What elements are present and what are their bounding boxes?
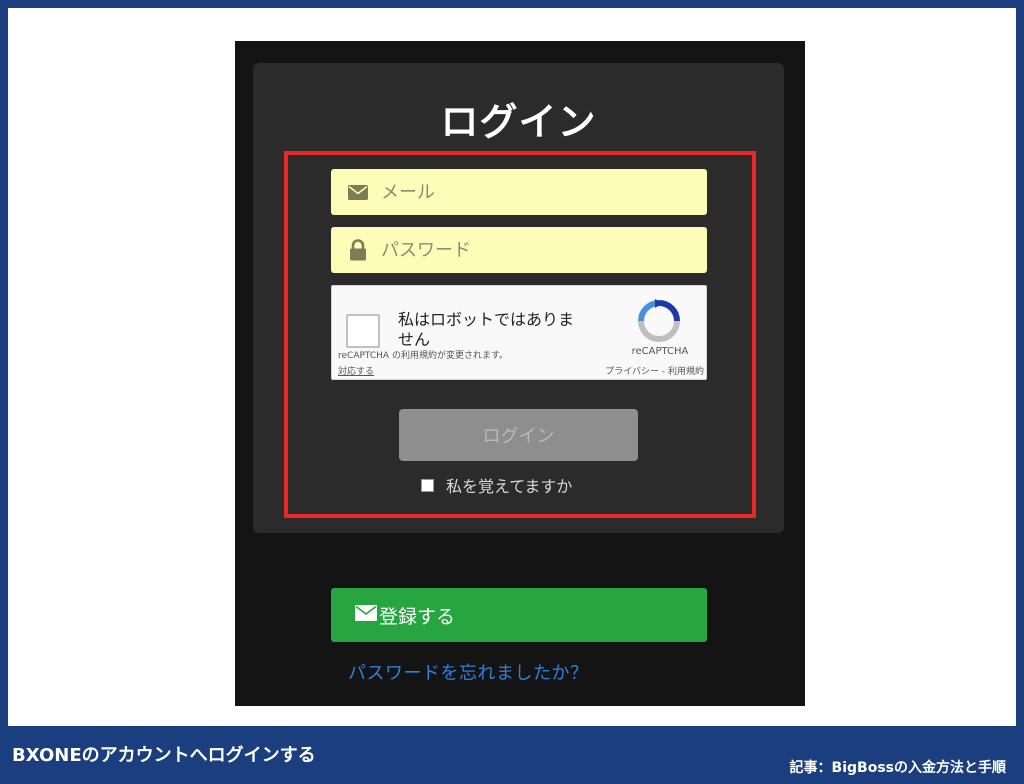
recaptcha-brand: reCAPTCHA	[631, 346, 689, 357]
remember-checkbox[interactable]	[421, 478, 434, 492]
register-button[interactable]: 登録する	[331, 588, 707, 642]
lock-icon	[347, 239, 369, 261]
remember-label: 私を覚えてますか	[446, 477, 573, 496]
recaptcha-links[interactable]: プライバシー - 利用規約	[582, 364, 704, 377]
email-input[interactable]	[381, 181, 681, 203]
page-title: ログイン	[440, 100, 597, 144]
recaptcha-notice: reCAPTCHA の利用規約が変更されます。	[338, 348, 509, 361]
register-label: 登録する	[379, 605, 456, 628]
caption-source: 記事：BigBossの入金方法と手順	[789, 760, 1006, 776]
recaptcha-checkbox[interactable]	[346, 314, 380, 348]
envelope-icon	[347, 181, 369, 203]
envelope-icon	[355, 604, 377, 621]
recaptcha-notice-link[interactable]: 対応する	[338, 364, 374, 377]
screenshot-frame: ログイン メール 私はロボットではありません reCAPTCHA プライバシー …	[8, 8, 1016, 726]
password-field[interactable]	[331, 227, 707, 273]
caption-title: BXONEのアカウントへログインする	[12, 745, 316, 766]
password-input[interactable]	[381, 239, 681, 261]
login-button[interactable]: ログイン	[399, 409, 638, 461]
recaptcha-label: 私はロボットではありません	[398, 310, 575, 349]
remember-me[interactable]: 私を覚えてますか	[421, 473, 572, 497]
forgot-password-link[interactable]: パスワードを忘れましたか？	[348, 659, 589, 685]
email-field[interactable]	[331, 169, 707, 215]
recaptcha-logo-icon	[636, 298, 682, 344]
app-screen: ログイン メール 私はロボットではありません reCAPTCHA プライバシー …	[235, 41, 805, 706]
recaptcha-widget: 私はロボットではありません reCAPTCHA プライバシー - 利用規約 re…	[331, 285, 707, 380]
login-card: ログイン メール 私はロボットではありません reCAPTCHA プライバシー …	[253, 63, 784, 533]
